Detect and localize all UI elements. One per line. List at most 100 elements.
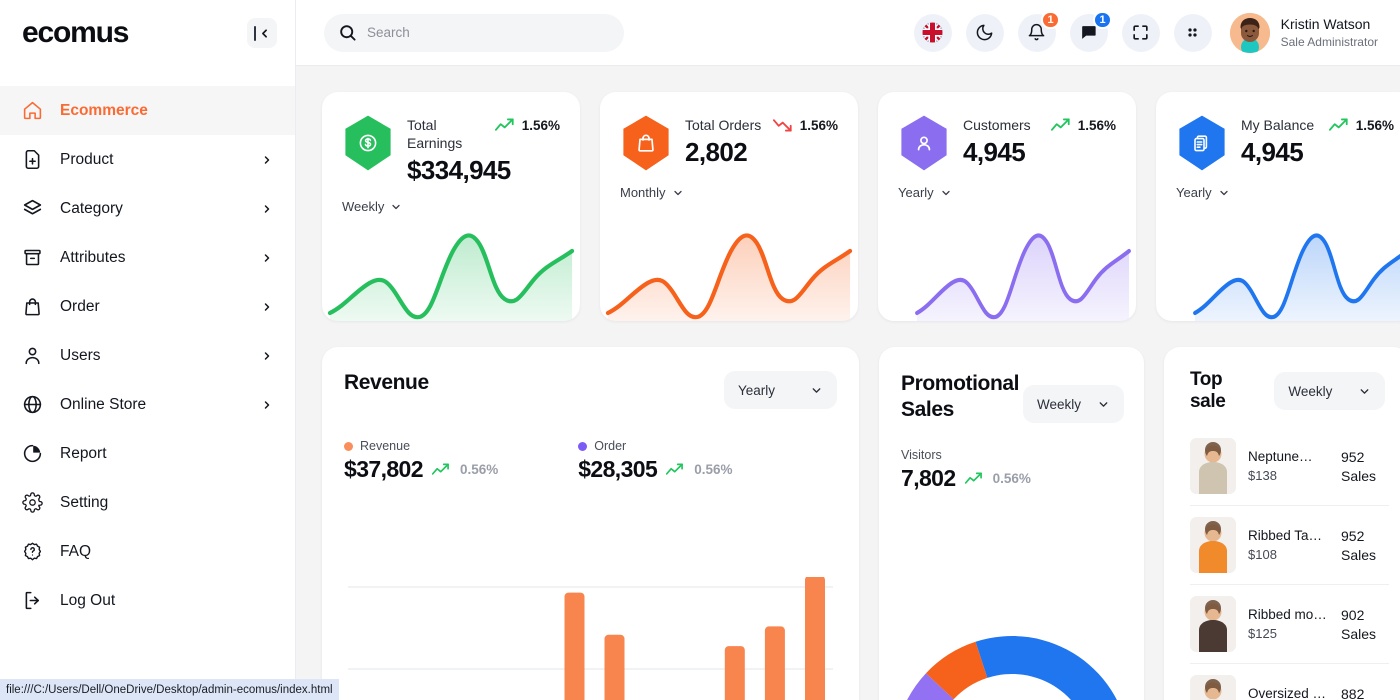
stat-icon-badge bbox=[898, 114, 950, 172]
visitors-value: 7,802 bbox=[901, 465, 956, 492]
bar bbox=[565, 593, 585, 700]
chevron-right-icon bbox=[261, 252, 273, 264]
sidebar-item-log-out[interactable]: Log Out bbox=[0, 576, 295, 625]
search-placeholder: Search bbox=[367, 25, 410, 40]
stat-label-row: My Balance 1.56% bbox=[1241, 116, 1394, 134]
status-bar-url: file:///C:/Users/Dell/OneDrive/Desktop/a… bbox=[6, 684, 333, 696]
stat-trend: 1.56% bbox=[1329, 116, 1394, 133]
globe-icon bbox=[22, 394, 48, 415]
promo-period-select[interactable]: Weekly bbox=[1023, 385, 1124, 423]
user-profile-button[interactable]: Kristin Watson Sale Administrator bbox=[1230, 13, 1378, 53]
chevron-right-icon bbox=[261, 203, 273, 215]
fullscreen-icon bbox=[1131, 23, 1150, 42]
stat-trend: 1.56% bbox=[1051, 116, 1116, 133]
stat-text: Customers 1.56% 4,945 bbox=[963, 114, 1116, 168]
bag-icon bbox=[22, 296, 48, 317]
fullscreen-button[interactable] bbox=[1122, 14, 1160, 52]
trend-up-icon bbox=[495, 117, 516, 133]
theme-toggle-button[interactable] bbox=[966, 14, 1004, 52]
brand-logo[interactable]: ecomus bbox=[22, 18, 128, 48]
sidebar-item-ecommerce[interactable]: Ecommerce bbox=[0, 86, 295, 135]
messages-button[interactable]: 1 bbox=[1070, 14, 1108, 52]
brand-bar: ecomus bbox=[0, 0, 295, 66]
revenue-metric: Revenue $37,802 0.56% bbox=[344, 439, 498, 483]
sidebar-item-label: Attributes bbox=[60, 249, 261, 267]
trend-up-icon bbox=[432, 462, 451, 477]
sidebar-item-setting[interactable]: Setting bbox=[0, 478, 295, 527]
revenue-metric-pct: 0.56% bbox=[460, 462, 498, 477]
stat-label: Customers bbox=[963, 116, 1031, 134]
pie-chart-icon bbox=[22, 443, 48, 464]
revenue-metric-name: Order bbox=[594, 439, 626, 453]
product-name: Ribbed modal… bbox=[1248, 607, 1329, 622]
user-icon bbox=[898, 114, 950, 172]
top-sale-row[interactable]: Ribbed Tank… $108 952 Sales bbox=[1190, 506, 1389, 585]
sidebar-item-product[interactable]: Product bbox=[0, 135, 295, 184]
chevron-right-icon bbox=[261, 301, 273, 313]
top-sale-row[interactable]: Ribbed modal… $125 902 Sales bbox=[1190, 585, 1389, 664]
revenue-metric-value-row: $28,305 0.56% bbox=[578, 456, 732, 483]
notifications-button[interactable]: 1 bbox=[1018, 14, 1056, 52]
stat-period-value: Yearly bbox=[1176, 185, 1212, 200]
dashboard-page: ecomus Ecommerce Product Category Attribute… bbox=[0, 0, 1400, 700]
product-image-icon bbox=[1190, 596, 1236, 652]
sidebar-item-faq[interactable]: FAQ bbox=[0, 527, 295, 576]
product-name: Ribbed Tank… bbox=[1248, 528, 1329, 543]
stat-period-select[interactable]: Monthly bbox=[620, 185, 684, 200]
sidebar-item-users[interactable]: Users bbox=[0, 331, 295, 380]
top-sale-title: Top sale bbox=[1190, 369, 1260, 413]
product-info: Oversized Mot… $98 bbox=[1248, 686, 1329, 700]
sidebar-item-report[interactable]: Report bbox=[0, 429, 295, 478]
grid-apps-icon bbox=[1184, 24, 1201, 41]
stat-icon-badge bbox=[1176, 114, 1228, 172]
sidebar-item-attributes[interactable]: Attributes bbox=[0, 233, 295, 282]
uk-flag-icon bbox=[920, 20, 945, 45]
product-name: Oversized Mot… bbox=[1248, 686, 1329, 700]
language-button[interactable] bbox=[914, 14, 952, 52]
stat-period-select[interactable]: Yearly bbox=[1176, 185, 1230, 200]
chevron-right-icon bbox=[261, 350, 273, 362]
revenue-period-select[interactable]: Yearly bbox=[724, 371, 837, 409]
stat-period-select[interactable]: Yearly bbox=[898, 185, 952, 200]
sidebar-item-label: FAQ bbox=[60, 543, 273, 561]
sidebar-item-online-store[interactable]: Online Store bbox=[0, 380, 295, 429]
product-image-icon bbox=[1190, 675, 1236, 700]
product-sales-count: 952 bbox=[1341, 449, 1389, 465]
avatar bbox=[1230, 13, 1270, 53]
chevron-down-icon bbox=[940, 187, 952, 199]
stat-label-row: Total Earnings 1.56% bbox=[407, 116, 560, 152]
sidebar: ecomus Ecommerce Product Category Attribute… bbox=[0, 0, 296, 700]
revenue-metric-name: Revenue bbox=[360, 439, 410, 453]
search-input[interactable]: Search bbox=[324, 14, 624, 52]
revenue-metric-pct: 0.56% bbox=[694, 462, 732, 477]
stat-label-row: Total Orders 1.56% bbox=[685, 116, 838, 134]
sidebar-item-order[interactable]: Order bbox=[0, 282, 295, 331]
stat-trend-value: 1.56% bbox=[1078, 118, 1116, 133]
bag-icon bbox=[22, 296, 43, 317]
stat-period-select[interactable]: Weekly bbox=[342, 199, 402, 214]
stat-icon-badge bbox=[342, 114, 394, 172]
stat-period-value: Yearly bbox=[898, 185, 934, 200]
stat-label: Total Orders bbox=[685, 116, 761, 134]
legend-dot bbox=[344, 442, 353, 451]
sidebar-item-label: Product bbox=[60, 151, 261, 169]
bar bbox=[805, 577, 825, 700]
message-badge: 1 bbox=[1093, 11, 1111, 29]
chevron-right-icon bbox=[261, 154, 273, 166]
sidebar-collapse-button[interactable] bbox=[247, 18, 277, 48]
revenue-metric-name-row: Order bbox=[578, 439, 732, 453]
logout-icon bbox=[22, 590, 43, 611]
top-sale-header: Top sale Weekly bbox=[1190, 369, 1400, 413]
chevron-down-icon bbox=[1358, 385, 1371, 398]
top-sale-row[interactable]: Neptune… $138 952 Sales bbox=[1190, 427, 1389, 506]
chevron-down-icon bbox=[390, 201, 402, 213]
sidebar-item-category[interactable]: Category bbox=[0, 184, 295, 233]
stat-trend: 1.56% bbox=[773, 116, 838, 133]
trend-up-icon bbox=[666, 462, 685, 477]
top-sale-period-select[interactable]: Weekly bbox=[1274, 372, 1385, 410]
top-sale-row[interactable]: Oversized Mot… $98 882 Sales bbox=[1190, 664, 1389, 700]
stat-sparkline-chart bbox=[1188, 217, 1400, 321]
product-thumbnail bbox=[1190, 517, 1236, 573]
apps-button[interactable] bbox=[1174, 14, 1212, 52]
stat-value: $334,945 bbox=[407, 155, 560, 186]
